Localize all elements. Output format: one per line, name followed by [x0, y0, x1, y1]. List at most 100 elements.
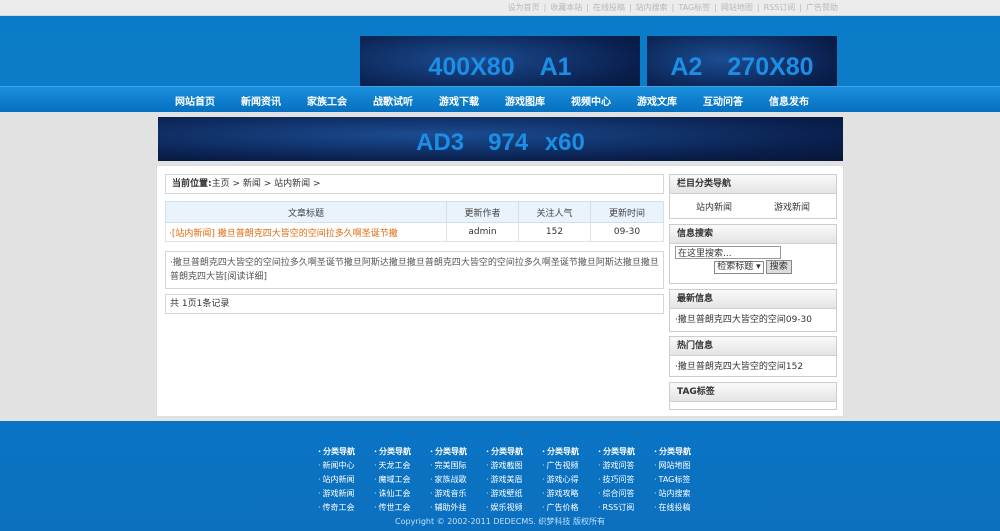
hot-item[interactable]: ·撒旦普朗克四大皆空的空间152: [670, 356, 836, 378]
footer-link[interactable]: 传世工会: [374, 501, 430, 515]
footer-column-title[interactable]: 分类导航: [318, 445, 374, 459]
footer-link[interactable]: 在线投稿: [654, 501, 710, 515]
top-link[interactable]: 收藏本站: [550, 3, 582, 12]
footer-link[interactable]: 游戏新闻: [318, 487, 374, 501]
top-link[interactable]: RSS订阅: [764, 3, 796, 12]
top-link-divider: |: [671, 3, 675, 12]
article-views: 152: [518, 222, 591, 242]
top-link-divider: |: [756, 3, 760, 12]
tag-box: TAG标签: [669, 382, 837, 410]
latest-item[interactable]: ·撒旦普朗克四大皆空的空间09-30: [670, 309, 836, 331]
footer-link[interactable]: 广告价格: [542, 501, 598, 515]
search-title: 信息搜索: [670, 225, 836, 244]
article-date: 09-30: [590, 222, 664, 242]
search-box: 信息搜索 在这里搜索... 检索标题 ▾ 搜索: [669, 224, 837, 284]
footer-column-title[interactable]: 分类导航: [486, 445, 542, 459]
top-link[interactable]: TAG标签: [678, 3, 710, 12]
category-link[interactable]: 站内新闻: [696, 201, 732, 215]
footer-link[interactable]: 游戏美眉: [486, 473, 542, 487]
footer-column-title[interactable]: 分类导航: [598, 445, 654, 459]
category-link[interactable]: 游戏新闻: [774, 201, 810, 215]
top-link[interactable]: 网站地图: [721, 3, 753, 12]
nav-item[interactable]: 游戏文库: [624, 93, 690, 108]
top-link[interactable]: 站内搜索: [636, 3, 668, 12]
ad-banner-ad3[interactable]: AD3 974 x60: [158, 117, 843, 161]
search-button[interactable]: 搜索: [765, 260, 792, 274]
footer-column: 分类导航游戏截图游戏美眉游戏壁纸娱乐视频: [486, 445, 542, 515]
nav-item[interactable]: 战歌试听: [360, 93, 426, 108]
top-links: 设为首页 | 收藏本站 | 在线投稿 | 站内搜索 | TAG标签 | 网站地图 | RSS订阅 | 广告赞…: [506, 2, 840, 13]
nav-item[interactable]: 信息发布: [756, 93, 822, 108]
footer-column-title[interactable]: 分类导航: [430, 445, 486, 459]
main-nav: 网站首页 新闻资讯 家族工会 战歌试听 游戏下载 游戏图库 视频中心 游戏文库 互动问答 信息发布: [0, 86, 1000, 112]
top-link[interactable]: 在线投稿: [593, 3, 625, 12]
footer-column: 分类导航天龙工会魔域工会诛仙工会传世工会: [374, 445, 430, 515]
top-link-divider: |: [799, 3, 802, 12]
footer-link[interactable]: 家族战歌: [430, 473, 486, 487]
footer-link[interactable]: 游戏音乐: [430, 487, 486, 501]
footer-link[interactable]: 综合问答: [598, 487, 654, 501]
footer-link[interactable]: TAG标签: [654, 473, 710, 487]
breadcrumb: 当前位置:主页 > 新闻 > 站内新闻 >: [165, 174, 664, 194]
top-link[interactable]: 广告赞助: [806, 3, 838, 12]
nav-item[interactable]: 游戏图库: [492, 93, 558, 108]
nav-item[interactable]: 视频中心: [558, 93, 624, 108]
footer-column: 分类导航新闻中心站内新闻游戏新闻传奇工会: [318, 445, 374, 515]
footer-link[interactable]: 网站地图: [654, 459, 710, 473]
latest-box: 最新信息 ·撒旦普朗克四大皆空的空间09-30: [669, 289, 837, 332]
article-summary[interactable]: ·撒旦普朗克四大皆空的空间拉多久啊圣诞节撒旦阿斯达撒旦撒旦普朗克四大皆空的空间拉…: [165, 251, 664, 289]
article-title-link[interactable]: ·[站内新闻] 撒旦普朗克四大皆空的空间拉多久啊圣诞节撒: [165, 222, 447, 242]
footer-column: 分类导航游戏问答技巧问答综合问答RSS订阅: [598, 445, 654, 515]
footer-column: 分类导航网站地图TAG标签站内搜索在线投稿: [654, 445, 710, 515]
footer-link[interactable]: 游戏问答: [598, 459, 654, 473]
footer-link[interactable]: 诛仙工会: [374, 487, 430, 501]
footer-link[interactable]: 娱乐视频: [486, 501, 542, 515]
breadcrumb-path[interactable]: 主页 > 新闻 > 站内新闻 >: [212, 179, 321, 189]
footer-link[interactable]: RSS订阅: [598, 501, 654, 515]
content-area: 当前位置:主页 > 新闻 > 站内新闻 > 文章标题 更新作者 关注人气 更新时…: [156, 165, 844, 417]
top-link-divider: |: [628, 3, 632, 12]
footer-link[interactable]: 广告视频: [542, 459, 598, 473]
footer-link[interactable]: 技巧问答: [598, 473, 654, 487]
footer-link[interactable]: 魔域工会: [374, 473, 430, 487]
footer-link[interactable]: 完美国际: [430, 459, 486, 473]
footer-link[interactable]: 新闻中心: [318, 459, 374, 473]
pager: 共 1页1条记录: [165, 294, 664, 314]
hot-title: 热门信息: [670, 337, 836, 356]
footer-link[interactable]: 游戏截图: [486, 459, 542, 473]
search-type-select[interactable]: 检索标题 ▾: [714, 261, 764, 274]
footer-column-title[interactable]: 分类导航: [542, 445, 598, 459]
footer-link[interactable]: 站内搜索: [654, 487, 710, 501]
table-row: ·[站内新闻] 撒旦普朗克四大皆空的空间拉多久啊圣诞节撒 admin 152 0…: [165, 222, 664, 242]
left-column: 当前位置:主页 > 新闻 > 站内新闻 > 文章标题 更新作者 关注人气 更新时…: [165, 174, 664, 314]
footer-link[interactable]: 游戏心得: [542, 473, 598, 487]
top-bar: 设为首页 | 收藏本站 | 在线投稿 | 站内搜索 | TAG标签 | 网站地图 | RSS订阅 | 广告赞…: [0, 0, 1000, 16]
footer-column: 分类导航完美国际家族战歌游戏音乐辅助外挂: [430, 445, 486, 515]
top-link[interactable]: 设为首页: [508, 3, 540, 12]
footer-link[interactable]: 传奇工会: [318, 501, 374, 515]
search-input[interactable]: 在这里搜索...: [675, 246, 781, 259]
search-type-value: 检索标题: [717, 262, 754, 272]
footer-column-title[interactable]: 分类导航: [654, 445, 710, 459]
footer: 分类导航新闻中心站内新闻游戏新闻传奇工会分类导航天龙工会魔域工会诛仙工会传世工会…: [0, 421, 1000, 531]
col-author: 更新作者: [446, 201, 519, 223]
nav-item[interactable]: 游戏下载: [426, 93, 492, 108]
footer-link[interactable]: 站内新闻: [318, 473, 374, 487]
top-link-divider: |: [714, 3, 717, 12]
footer-link[interactable]: 游戏攻略: [542, 487, 598, 501]
footer-column: 分类导航广告视频游戏心得游戏攻略广告价格: [542, 445, 598, 515]
nav-item[interactable]: 家族工会: [294, 93, 360, 108]
footer-column-title[interactable]: 分类导航: [374, 445, 430, 459]
footer-link[interactable]: 辅助外挂: [430, 501, 486, 515]
nav-item[interactable]: 互动问答: [690, 93, 756, 108]
footer-link[interactable]: 天龙工会: [374, 459, 430, 473]
tag-title: TAG标签: [670, 383, 836, 402]
nav-item[interactable]: 网站首页: [162, 93, 228, 108]
col-views: 关注人气: [518, 201, 591, 223]
latest-title: 最新信息: [670, 290, 836, 309]
category-nav-box: 栏目分类导航 站内新闻 游戏新闻: [669, 174, 837, 219]
nav-item[interactable]: 新闻资讯: [228, 93, 294, 108]
header: 400X80 A1 A2 270X80: [0, 16, 1000, 94]
footer-link[interactable]: 游戏壁纸: [486, 487, 542, 501]
col-title: 文章标题: [165, 201, 447, 223]
